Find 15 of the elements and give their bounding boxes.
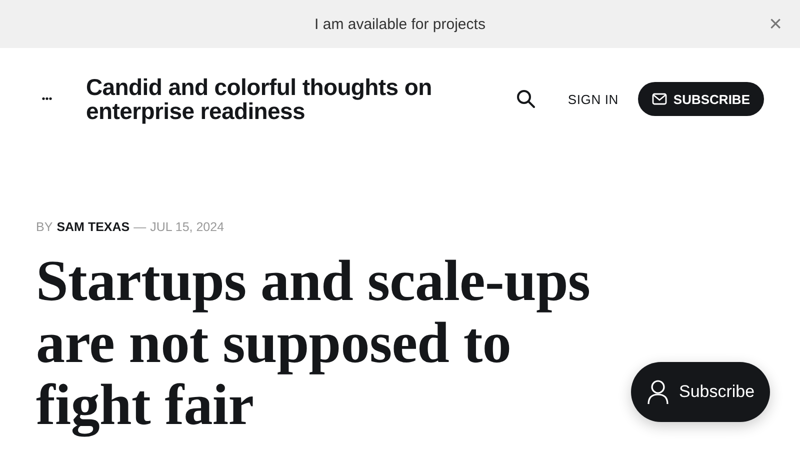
article-title: Startups and scale-ups are not supposed to fight fair [36,250,592,436]
site-title[interactable]: Candid and colorful thoughts on enterprise readiness [86,75,486,123]
close-button[interactable]: × [765,12,786,36]
person-icon [647,379,669,405]
search-icon[interactable] [516,89,536,109]
author-link[interactable]: SAM TEXAS [56,220,130,234]
post-date: JUL 15, 2024 [150,220,224,234]
announcement-text: I am available for projects [314,16,486,32]
sign-in-link[interactable]: SIGN IN [568,92,618,106]
separator: — [134,220,146,234]
envelope-icon [652,93,668,105]
menu-button[interactable]: ••• [36,94,58,104]
subscribe-button[interactable]: SUBSCRIBE [638,82,764,116]
byline-label: BY [36,220,53,234]
floating-subscribe-button[interactable]: Subscribe [631,362,770,422]
